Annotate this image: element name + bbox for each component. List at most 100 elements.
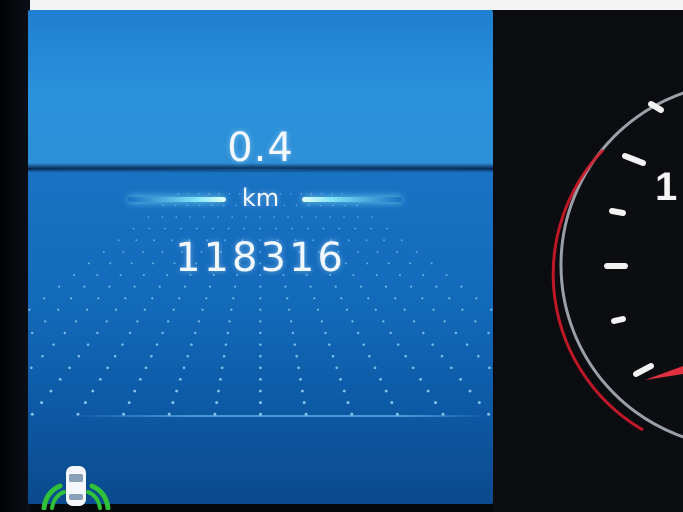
grid-dot	[259, 216, 262, 218]
grid-dot	[74, 320, 78, 323]
grid-dot	[300, 389, 304, 393]
grid-dot	[190, 343, 193, 346]
grid-dot	[83, 285, 86, 288]
grid-dot	[477, 354, 480, 358]
grid-dot	[105, 320, 108, 323]
grid-dot	[70, 297, 73, 300]
trip-distance-value: 0.4	[227, 125, 294, 171]
grid-dot	[440, 354, 444, 358]
grid-dot	[299, 378, 302, 381]
grid-dot	[205, 297, 208, 300]
grid-dot	[158, 285, 161, 288]
grid-dot	[57, 308, 60, 311]
grid-dot	[211, 227, 214, 230]
grid-dot	[183, 285, 186, 288]
grid-dot	[367, 297, 370, 300]
grid-dot	[340, 297, 343, 300]
grid-dot	[258, 389, 262, 393]
grid-dot	[412, 320, 416, 323]
grid-dot	[287, 216, 289, 218]
grid-dot	[396, 343, 400, 346]
grid-dot	[83, 401, 87, 405]
grid-dot	[138, 378, 142, 381]
instrument-cluster: 0.4 km 118316 1	[0, 0, 683, 512]
grid-dot	[273, 216, 275, 218]
grid-dot	[148, 227, 151, 230]
grid-dot	[203, 216, 206, 218]
grid-dot	[259, 401, 262, 405]
top-edge	[0, 0, 683, 10]
grid-dot	[208, 285, 212, 288]
grid-dot	[227, 227, 230, 230]
center-display: 0.4 km 118316	[28, 10, 493, 504]
grid-dot	[301, 216, 303, 218]
grid-dot	[121, 343, 124, 346]
grid-dot	[362, 343, 365, 346]
grid-dot	[461, 308, 464, 311]
grid-dot	[224, 343, 228, 346]
grid-dot	[448, 297, 451, 300]
grid-dot	[288, 308, 291, 311]
grid-dot	[133, 285, 136, 288]
grid-dot	[259, 343, 262, 346]
grid-dot	[357, 216, 359, 218]
grid-dot	[359, 285, 362, 288]
grid-dot	[324, 331, 327, 335]
grid-dot	[309, 285, 312, 288]
grid-dot	[421, 297, 424, 300]
grid-dot	[297, 366, 300, 370]
grid-dot	[431, 343, 434, 346]
grid-dot	[193, 331, 197, 335]
grid-dot	[313, 297, 316, 300]
grid-dot	[41, 354, 44, 358]
grid-dot	[389, 331, 392, 335]
grid-dot	[172, 308, 175, 311]
grid-dot	[422, 331, 425, 335]
grid-dot	[370, 227, 372, 230]
grid-dot	[180, 227, 182, 230]
grid-dot	[374, 308, 377, 311]
grid-dot	[234, 285, 237, 288]
grid-dot	[108, 285, 111, 288]
parking-sensor-car-icon	[41, 466, 111, 510]
grid-dot	[86, 343, 90, 346]
grid-dot	[175, 216, 178, 218]
grid-dot	[385, 227, 388, 230]
grid-dot	[164, 227, 167, 230]
right-glow-bar	[302, 197, 402, 202]
grid-dot	[150, 354, 153, 358]
grid-dot	[382, 320, 385, 323]
grid-dot	[178, 378, 182, 381]
grid-dot	[195, 227, 198, 230]
grid-dot	[443, 320, 446, 323]
grid-dot	[178, 297, 181, 300]
grid-dot	[329, 216, 331, 218]
grid-dot	[222, 354, 226, 358]
grid-dot	[189, 216, 192, 218]
grid-dot	[127, 401, 131, 405]
grid-dot	[43, 297, 46, 300]
grid-dot	[68, 366, 71, 370]
grid-dot	[230, 308, 233, 311]
grid-dot	[459, 378, 462, 381]
grid-dot	[320, 320, 323, 323]
left-bezel	[0, 0, 30, 512]
grid-dot	[96, 331, 99, 335]
grid-dot	[411, 366, 415, 370]
grid-dot	[114, 308, 118, 311]
grid-dot	[30, 412, 34, 416]
grid-dot	[454, 331, 458, 335]
grid-dot	[151, 297, 154, 300]
grid-dot	[346, 401, 350, 405]
grid-dot	[259, 320, 262, 323]
grid-dot	[316, 308, 320, 311]
grid-dot	[175, 389, 179, 393]
grid-dot	[30, 331, 34, 335]
grid-dot	[342, 389, 346, 393]
grid-dot	[465, 343, 469, 346]
grid-dot	[161, 216, 164, 218]
grid-dot	[85, 308, 89, 311]
grid-dot	[155, 343, 159, 346]
grid-dot	[390, 401, 394, 405]
grid-dot	[52, 343, 55, 346]
